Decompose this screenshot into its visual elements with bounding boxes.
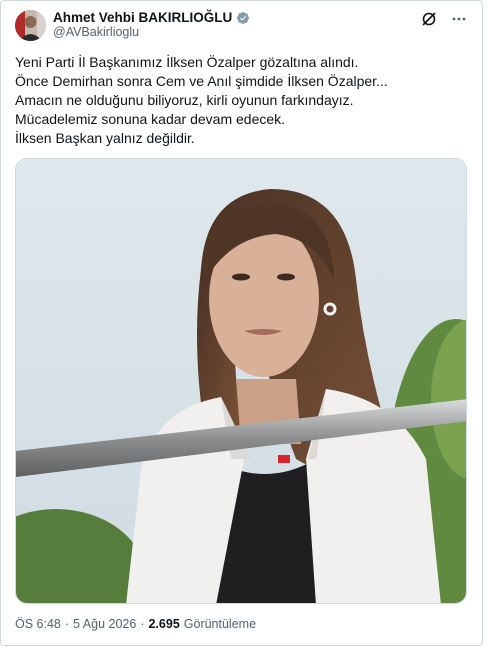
tweet-time[interactable]: ÖS 6:48	[15, 617, 61, 631]
tweet-header: Ahmet Vehbi BAKIRLIOĞLU @AVBakirlioglu	[15, 9, 468, 41]
tweet-line: Amacın ne olduğunu biliyoruz, kirli oyun…	[15, 92, 354, 108]
avatar[interactable]	[15, 9, 46, 41]
meta-separator: ·	[140, 617, 145, 631]
tweet-text: Yeni Parti İl Başkanımız İlksen Özalper …	[15, 53, 468, 148]
author-handle[interactable]: @AVBakirlioglu	[53, 25, 250, 40]
meta-separator: ·	[64, 617, 70, 631]
more-icon[interactable]	[450, 10, 468, 28]
verified-badge-icon	[236, 11, 250, 25]
tweet-line: Mücadelemiz sonuna kadar devam edecek.	[15, 111, 286, 127]
tweet-date[interactable]: 5 Ağu 2026	[73, 617, 136, 631]
tweet-line: Önce Demirhan sonra Cem ve Anıl şimdide …	[15, 73, 388, 89]
header-actions	[420, 10, 468, 28]
tweet-line: Yeni Parti İl Başkanımız İlksen Özalper …	[15, 54, 359, 70]
tweet-line: İlksen Başkan yalnız değildir.	[15, 130, 195, 146]
tweet-photo[interactable]	[15, 158, 467, 604]
views-count: 2.695	[148, 617, 180, 631]
author-display-name[interactable]: Ahmet Vehbi BAKIRLIOĞLU	[53, 10, 232, 25]
views-label: Görüntüleme	[183, 617, 257, 631]
tweet-meta: ÖS 6:48 · 5 Ağu 2026 · 2.695 Görüntüleme	[15, 617, 256, 631]
grok-icon[interactable]	[420, 10, 438, 28]
author-names: Ahmet Vehbi BAKIRLIOĞLU @AVBakirlioglu	[53, 10, 250, 40]
tweet-card[interactable]: Ahmet Vehbi BAKIRLIOĞLU @AVBakirlioglu Y…	[0, 0, 483, 646]
